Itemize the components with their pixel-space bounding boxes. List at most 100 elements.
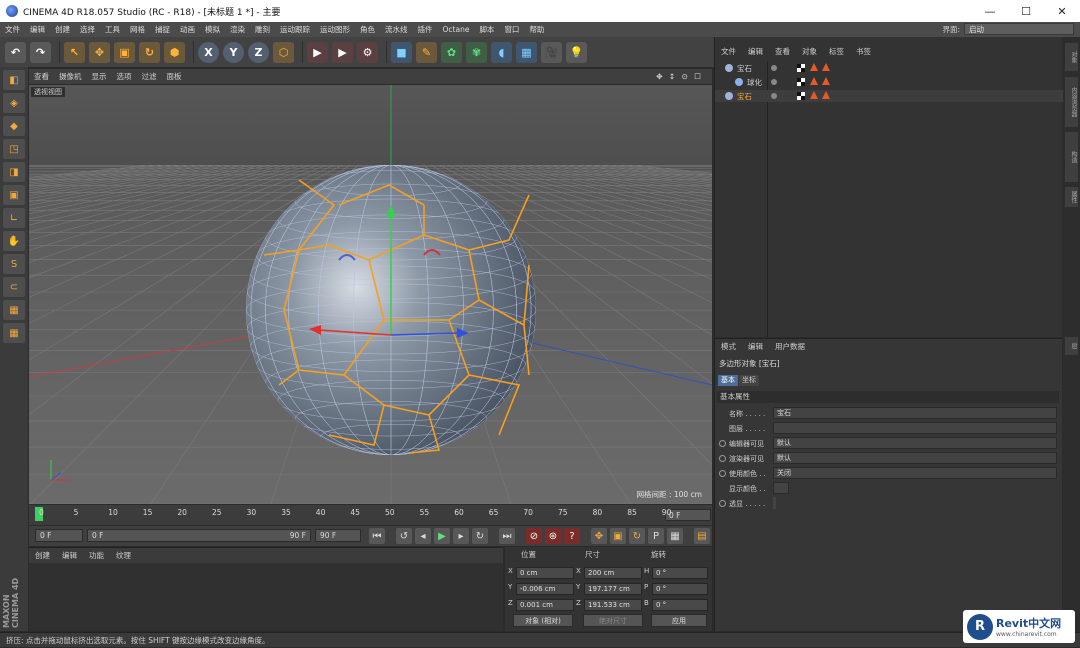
rotation-h-field[interactable]: 0 °: [652, 567, 708, 579]
left-tool-2-icon[interactable]: ◆: [3, 116, 25, 136]
viewport-menu-item-4[interactable]: 过滤: [137, 71, 162, 82]
menu-item-6[interactable]: 捕捉: [150, 24, 175, 35]
prev-key-button[interactable]: ↺: [396, 528, 412, 544]
parameter-key-button[interactable]: P: [648, 528, 664, 544]
object-menu-item-3[interactable]: 对象: [796, 46, 823, 57]
rotation-key-button[interactable]: ↻: [629, 528, 645, 544]
attribute-field[interactable]: 默认: [773, 437, 1057, 449]
left-tool-9-icon[interactable]: ⊂: [3, 277, 25, 297]
position-y-field[interactable]: -0.006 cm: [516, 583, 574, 595]
viewport-menu-item-5[interactable]: 面板: [162, 71, 187, 82]
material-tag-icon[interactable]: [797, 78, 805, 86]
menu-item-1[interactable]: 编辑: [25, 24, 50, 35]
position-z-field[interactable]: 0.001 cm: [516, 599, 574, 611]
left-tool-6-icon[interactable]: ∟: [3, 208, 25, 228]
menu-item-5[interactable]: 网格: [125, 24, 150, 35]
attribute-field[interactable]: 关闭: [773, 467, 1057, 479]
right-tab-3[interactable]: 属性: [1065, 187, 1078, 207]
tab-coordinates[interactable]: 坐标: [739, 375, 759, 386]
frame-range-slider[interactable]: 0 F 90 F: [87, 529, 311, 542]
material-menu-item-2[interactable]: 功能: [83, 550, 110, 561]
menu-item-8[interactable]: 模拟: [200, 24, 225, 35]
size-z-field[interactable]: 191.533 cm: [584, 599, 642, 611]
current-frame-field[interactable]: 0 F: [665, 509, 711, 521]
subdivision-icon[interactable]: ✿: [441, 41, 462, 63]
timeline-window-button[interactable]: ▤: [694, 528, 710, 544]
menu-item-13[interactable]: 角色: [355, 24, 380, 35]
keyframe-selection-button[interactable]: ?: [564, 528, 580, 544]
viewport-menu-item-3[interactable]: 选项: [112, 71, 137, 82]
left-tool-11-icon[interactable]: ▦: [3, 323, 25, 343]
maximize-button[interactable]: ☐: [1008, 0, 1044, 22]
next-frame-button[interactable]: ▸: [453, 528, 469, 544]
attribute-menu-item-1[interactable]: 编辑: [742, 341, 769, 352]
animate-radio[interactable]: [719, 500, 726, 507]
timeline[interactable]: 0 F 0 5 10 15 20 25 30 35 40 45 50 55 60 65 70 75 80 85 90: [29, 505, 712, 525]
viewport-nav-icons[interactable]: ✥ ↕ ⊙ ☐: [651, 72, 708, 81]
attribute-field[interactable]: 宝石: [773, 407, 1057, 419]
right-tab-2[interactable]: 构造: [1065, 132, 1078, 182]
object-row-1[interactable]: 球化: [715, 76, 1063, 88]
object-row-2[interactable]: 宝石: [715, 90, 1063, 102]
material-menu-item-0[interactable]: 创建: [29, 550, 56, 561]
menu-item-11[interactable]: 运动跟踪: [275, 24, 315, 35]
rotation-b-field[interactable]: 0 °: [652, 599, 708, 611]
left-tool-0-icon[interactable]: ◧: [3, 70, 25, 90]
tag-icon[interactable]: [810, 91, 818, 99]
menu-item-12[interactable]: 运动图形: [315, 24, 355, 35]
menu-item-7[interactable]: 动画: [175, 24, 200, 35]
tag-icon[interactable]: [822, 91, 830, 99]
menu-item-18[interactable]: 窗口: [499, 24, 524, 35]
recent-tool-icon[interactable]: ⬢: [164, 41, 185, 63]
perspective-viewport[interactable]: 透视视图 网格间距 : 100 cm: [29, 85, 712, 504]
menu-item-3[interactable]: 选择: [75, 24, 100, 35]
right-tab-1[interactable]: 内容浏览器: [1065, 77, 1078, 127]
tag-icon[interactable]: [810, 63, 818, 71]
cube-icon[interactable]: ■: [391, 41, 412, 63]
coord-system-icon[interactable]: ⬡: [273, 41, 294, 63]
animate-radio[interactable]: [719, 455, 726, 462]
camera-icon[interactable]: 🎥: [541, 41, 562, 63]
menu-item-19[interactable]: 帮助: [524, 24, 549, 35]
visibility-dot[interactable]: [771, 65, 777, 71]
right-tab-0[interactable]: 对象: [1065, 43, 1078, 71]
left-tool-1-icon[interactable]: ◈: [3, 93, 25, 113]
menu-item-4[interactable]: 工具: [100, 24, 125, 35]
object-name[interactable]: 宝石: [737, 91, 752, 102]
next-key-button[interactable]: ↻: [472, 528, 488, 544]
menu-item-14[interactable]: 流水线: [380, 24, 413, 35]
menu-item-0[interactable]: 文件: [0, 24, 25, 35]
left-tool-7-icon[interactable]: ✋: [3, 231, 25, 251]
animate-radio[interactable]: [719, 440, 726, 447]
apply-button[interactable]: 应用: [651, 614, 707, 627]
left-tool-4-icon[interactable]: ◨: [3, 162, 25, 182]
light-icon[interactable]: 💡: [566, 41, 587, 63]
menu-item-17[interactable]: 脚本: [474, 24, 499, 35]
live-select-icon[interactable]: ↖: [64, 41, 85, 63]
axis-z-icon[interactable]: Z: [248, 41, 269, 63]
rotation-p-field[interactable]: 0 °: [652, 583, 708, 595]
material-menu-item-3[interactable]: 纹理: [110, 550, 137, 561]
attribute-field[interactable]: 默认: [773, 452, 1057, 464]
menu-item-10[interactable]: 雕刻: [250, 24, 275, 35]
rotate-icon[interactable]: ↻: [139, 41, 160, 63]
size-x-field[interactable]: 200 cm: [584, 567, 642, 579]
attribute-field[interactable]: [773, 422, 1057, 434]
scale-key-button[interactable]: ▣: [610, 528, 626, 544]
material-tag-icon[interactable]: [797, 64, 805, 72]
tag-icon[interactable]: [810, 77, 818, 85]
render-view-icon[interactable]: ▶: [307, 41, 328, 63]
left-tool-5-icon[interactable]: ▣: [3, 185, 25, 205]
record-keys-button[interactable]: ⊘: [526, 528, 542, 544]
go-to-start-button[interactable]: ⏮: [369, 528, 385, 544]
go-to-end-button[interactable]: ⏭: [499, 528, 515, 544]
attribute-field[interactable]: [773, 482, 789, 494]
axis-x-icon[interactable]: X: [198, 41, 219, 63]
render-settings-icon[interactable]: ⚙: [357, 41, 378, 63]
attribute-field[interactable]: [773, 497, 776, 509]
minimize-button[interactable]: —: [972, 0, 1008, 22]
position-x-field[interactable]: 0 cm: [516, 567, 574, 579]
tag-icon[interactable]: [822, 77, 830, 85]
attribute-menu-item-0[interactable]: 模式: [715, 341, 742, 352]
end-frame-field[interactable]: 90 F: [315, 529, 361, 542]
